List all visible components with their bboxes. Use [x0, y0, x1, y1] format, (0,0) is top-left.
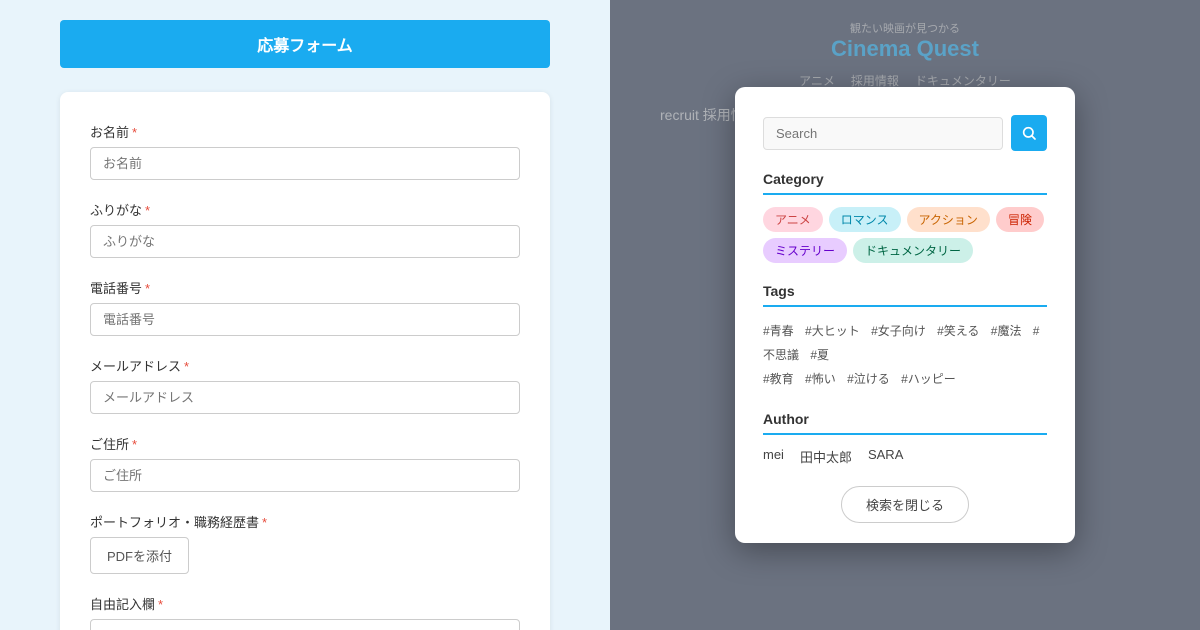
- tags-title: Tags: [763, 283, 1047, 299]
- email-input[interactable]: [90, 381, 520, 414]
- tags-section: Tags #青春 #大ヒット #女子向け #笑える #魔法 #不思議 #夏 #教…: [763, 283, 1047, 391]
- address-label: ご住所*: [90, 434, 520, 453]
- hashtag-happy[interactable]: #ハッピー: [901, 372, 956, 386]
- portfolio-upload-button[interactable]: PDFを添付: [90, 537, 189, 574]
- hashtag-kowai[interactable]: #怖い: [805, 372, 836, 386]
- category-title: Category: [763, 171, 1047, 187]
- hashtag-kyoiku[interactable]: #教育: [763, 372, 794, 386]
- email-group: メールアドレス*: [90, 356, 520, 414]
- bg-logo-title: Cinema Quest: [630, 36, 1180, 62]
- category-tag-action[interactable]: アクション: [907, 207, 990, 232]
- name-input[interactable]: [90, 147, 520, 180]
- phone-input[interactable]: [90, 303, 520, 336]
- freetext-group: 自由記入欄*: [90, 594, 520, 630]
- freetext-label: 自由記入欄*: [90, 594, 520, 613]
- author-list: mei 田中太郎 SARA: [763, 447, 1047, 466]
- address-group: ご住所*: [90, 434, 520, 492]
- close-search-button[interactable]: 検索を閉じる: [841, 486, 969, 523]
- category-tag-documentary[interactable]: ドキュメンタリー: [853, 238, 973, 263]
- search-icon: [1021, 125, 1037, 141]
- left-panel: 応募フォーム お名前* ふりがな* 電話番号* メールアドレス*: [0, 0, 610, 630]
- portfolio-group: ポートフォリオ・職務経歴書* PDFを添付: [90, 512, 520, 574]
- form-card: お名前* ふりがな* 電話番号* メールアドレス*: [60, 92, 550, 630]
- hashtag-nakeru[interactable]: #泣ける: [847, 372, 890, 386]
- hashtag-natsu[interactable]: #夏: [810, 348, 829, 362]
- search-row: [763, 115, 1047, 151]
- freetext-textarea[interactable]: [90, 619, 520, 630]
- furigana-input[interactable]: [90, 225, 520, 258]
- hashtag-joshi[interactable]: #女子向け: [871, 324, 926, 338]
- name-label: お名前*: [90, 122, 520, 141]
- category-tag-romance[interactable]: ロマンス: [829, 207, 901, 232]
- hashtag-daihtto[interactable]: #大ヒット: [805, 324, 860, 338]
- category-tags: アニメ ロマンス アクション 冒険 ミステリー ドキュメンタリー: [763, 207, 1047, 263]
- furigana-group: ふりがな*: [90, 200, 520, 258]
- author-tanaka[interactable]: 田中太郎: [800, 447, 852, 466]
- form-header: 応募フォーム: [60, 20, 550, 68]
- hashtag-seishun[interactable]: #青春: [763, 324, 794, 338]
- furigana-label: ふりがな*: [90, 200, 520, 219]
- hashtag-waraeru[interactable]: #笑える: [937, 324, 979, 338]
- email-label: メールアドレス*: [90, 356, 520, 375]
- tags-divider: [763, 305, 1047, 307]
- hashtag-mahou[interactable]: #魔法: [991, 324, 1022, 338]
- hashtag-list: #青春 #大ヒット #女子向け #笑える #魔法 #不思議 #夏 #教育 #怖い…: [763, 319, 1047, 391]
- category-tag-mystery[interactable]: ミステリー: [763, 238, 847, 263]
- category-tag-anime[interactable]: アニメ: [763, 207, 823, 232]
- author-section: Author mei 田中太郎 SARA: [763, 411, 1047, 466]
- right-panel: 観たい映画が見つかる Cinema Quest アニメ 採用情報 ドキュメンタリ…: [610, 0, 1200, 630]
- bg-logo-area: 観たい映画が見つかる Cinema Quest: [630, 20, 1180, 62]
- phone-group: 電話番号*: [90, 278, 520, 336]
- address-input[interactable]: [90, 459, 520, 492]
- search-button[interactable]: [1011, 115, 1047, 151]
- name-group: お名前*: [90, 122, 520, 180]
- category-divider: [763, 193, 1047, 195]
- bg-logo-subtitle: 観たい映画が見つかる: [630, 20, 1180, 36]
- author-title: Author: [763, 411, 1047, 427]
- author-mei[interactable]: mei: [763, 447, 784, 466]
- author-divider: [763, 433, 1047, 435]
- category-tag-adventure[interactable]: 冒険: [996, 207, 1044, 232]
- author-sara[interactable]: SARA: [868, 447, 903, 466]
- search-modal: Category アニメ ロマンス アクション 冒険 ミステリー ドキュメンタリ…: [735, 87, 1075, 543]
- search-input[interactable]: [763, 117, 1003, 150]
- phone-label: 電話番号*: [90, 278, 520, 297]
- portfolio-label: ポートフォリオ・職務経歴書*: [90, 512, 520, 531]
